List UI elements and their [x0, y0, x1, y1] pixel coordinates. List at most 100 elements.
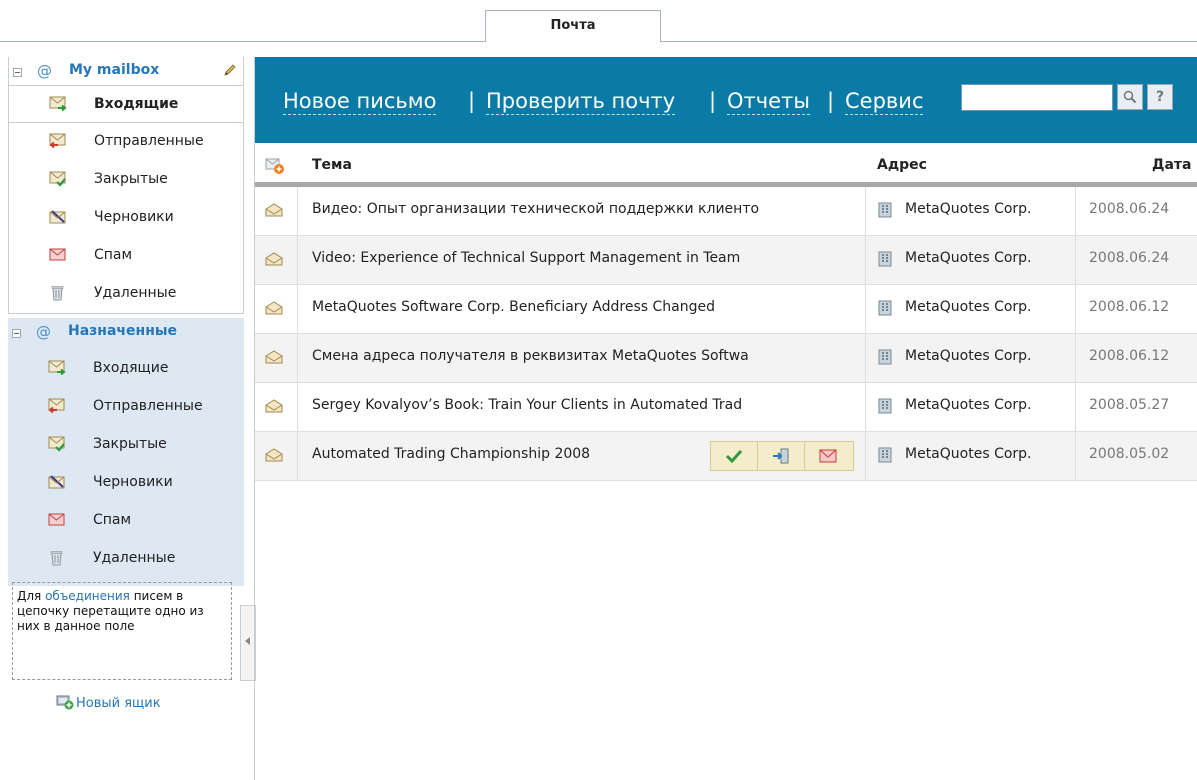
column-date[interactable]: Дата — [1152, 157, 1191, 173]
folder-label: Удаленные — [94, 285, 177, 301]
message-date: 2008.06.24 — [1089, 201, 1170, 217]
message-subject[interactable]: Sergey Kovalyov’s Book: Train Your Clien… — [312, 397, 857, 413]
envelope-icon — [265, 203, 283, 217]
folder-label: Входящие — [94, 96, 179, 112]
assigned-header[interactable]: @ Назначенные — [8, 318, 244, 350]
message-row[interactable]: Смена адреса получателя в реквизитах Met… — [255, 334, 1197, 383]
assigned-folder-item[interactable]: Удаленные — [8, 540, 244, 578]
cell-divider — [297, 334, 298, 382]
company-icon — [878, 398, 892, 414]
cell-divider — [1075, 187, 1076, 235]
folder-label: Входящие — [93, 360, 169, 376]
tab-mail[interactable]: Почта — [485, 10, 661, 42]
collapse-icon[interactable] — [13, 68, 22, 77]
cell-divider — [297, 187, 298, 235]
unread-filter-icon[interactable] — [265, 157, 285, 175]
assigned-folder-item[interactable]: Отправленные — [8, 388, 244, 426]
help-button[interactable]: ? — [1147, 84, 1173, 110]
drafts-icon — [49, 210, 66, 224]
message-address[interactable]: MetaQuotes Corp. — [905, 299, 1032, 315]
close-message-button[interactable] — [711, 442, 758, 470]
message-subject[interactable]: Смена адреса получателя в реквизитах Met… — [312, 348, 857, 364]
mailbox-folder-item[interactable]: Входящие — [9, 85, 243, 123]
my-mailbox-section: @ My mailbox Входящие Отправленные Закрыты… — [8, 57, 244, 314]
assigned-folder-item[interactable]: Закрытые — [8, 426, 244, 464]
message-address[interactable]: MetaQuotes Corp. — [905, 250, 1032, 266]
company-icon — [878, 202, 892, 218]
collapse-icon[interactable] — [12, 329, 21, 338]
table-header: Тема Адрес Дата — [255, 143, 1197, 187]
message-subject[interactable]: Видео: Опыт организации технической подд… — [312, 201, 857, 217]
message-address[interactable]: MetaQuotes Corp. — [905, 397, 1032, 413]
folder-label: Спам — [93, 512, 132, 528]
new-mail-link[interactable]: Новое письмо — [283, 88, 437, 115]
mailbox-folder-item[interactable]: Закрытые — [9, 161, 243, 199]
pencil-icon[interactable] — [223, 63, 237, 77]
message-subject[interactable]: MetaQuotes Software Corp. Beneficiary Ad… — [312, 299, 857, 315]
assigned-folder-item[interactable]: Входящие — [8, 350, 244, 388]
trash-icon — [51, 286, 64, 301]
mailbox-folder-item[interactable]: Отправленные — [9, 123, 243, 161]
service-link[interactable]: Сервис — [845, 88, 924, 115]
new-mailbox-button[interactable]: Новый ящик — [56, 694, 161, 711]
message-address[interactable]: MetaQuotes Corp. — [905, 348, 1032, 364]
folder-label: Удаленные — [93, 550, 176, 566]
message-row[interactable]: Sergey Kovalyov’s Book: Train Your Clien… — [255, 383, 1197, 432]
cell-divider — [297, 432, 298, 480]
reports-link[interactable]: Отчеты — [727, 88, 810, 115]
assigned-section: @ Назначенные Входящие Отправленные Закрыт… — [8, 318, 244, 586]
cell-divider — [1075, 334, 1076, 382]
message-row[interactable]: Video: Experience of Technical Support M… — [255, 236, 1197, 285]
cell-divider — [865, 236, 866, 284]
mailbox-folder-item[interactable]: Спам — [9, 237, 243, 275]
mail-toolbar: Новое письмо | Проверить почту | Отчеты … — [255, 57, 1197, 143]
search-input[interactable] — [961, 84, 1113, 111]
assigned-folder-item[interactable]: Черновики — [8, 464, 244, 502]
my-mailbox-title[interactable]: My mailbox — [69, 62, 159, 78]
assigned-folder-item[interactable]: Спам — [8, 502, 244, 540]
check-mail-link[interactable]: Проверить почту — [486, 88, 676, 115]
search-icon — [1123, 90, 1137, 104]
trash-icon — [50, 551, 63, 566]
envelope-icon — [265, 350, 283, 364]
message-address[interactable]: MetaQuotes Corp. — [905, 201, 1032, 217]
cell-divider — [865, 334, 866, 382]
message-date: 2008.06.12 — [1089, 348, 1170, 364]
at-icon: @ — [36, 323, 51, 341]
mailbox-folder-item[interactable]: Черновики — [9, 199, 243, 237]
assigned-title[interactable]: Назначенные — [68, 323, 177, 339]
message-date: 2008.06.24 — [1089, 250, 1170, 266]
search-button[interactable] — [1117, 84, 1143, 110]
drafts-icon — [48, 475, 65, 489]
new-mailbox-icon — [56, 695, 74, 710]
new-mailbox-label: Новый ящик — [76, 696, 161, 711]
envelope-icon — [265, 399, 283, 413]
column-subject[interactable]: Тема — [312, 157, 352, 173]
closed-icon — [49, 171, 66, 187]
tab-bar: Почта — [0, 0, 1197, 42]
message-date: 2008.06.12 — [1089, 299, 1170, 315]
message-row[interactable]: Видео: Опыт организации технической подд… — [255, 187, 1197, 236]
sent-icon — [49, 133, 66, 149]
closed-icon — [48, 436, 65, 452]
at-icon: @ — [37, 62, 52, 80]
move-icon — [773, 448, 789, 464]
message-subject[interactable]: Video: Experience of Technical Support M… — [312, 250, 857, 266]
spam-message-button[interactable] — [805, 442, 852, 470]
thread-drop-zone[interactable]: Для объединения писем в цепочку перетащи… — [12, 582, 232, 680]
folder-label: Закрытые — [94, 171, 168, 187]
cell-divider — [1075, 383, 1076, 431]
message-row[interactable]: Automated Trading Championship 2008 MetaQ… — [255, 432, 1197, 481]
column-address[interactable]: Адрес — [877, 157, 927, 173]
message-row[interactable]: MetaQuotes Software Corp. Beneficiary Ad… — [255, 285, 1197, 334]
message-list: Видео: Опыт организации технической подд… — [255, 187, 1197, 481]
cell-divider — [1075, 285, 1076, 333]
toolbar-separator: | — [709, 89, 717, 113]
merge-link[interactable]: объединения — [45, 589, 130, 603]
message-address[interactable]: MetaQuotes Corp. — [905, 446, 1032, 462]
mailbox-folder-item[interactable]: Удаленные — [9, 275, 243, 313]
folder-label: Отправленные — [93, 398, 203, 414]
envelope-icon — [265, 448, 283, 462]
spam-icon — [48, 513, 65, 526]
move-message-button[interactable] — [758, 442, 805, 470]
